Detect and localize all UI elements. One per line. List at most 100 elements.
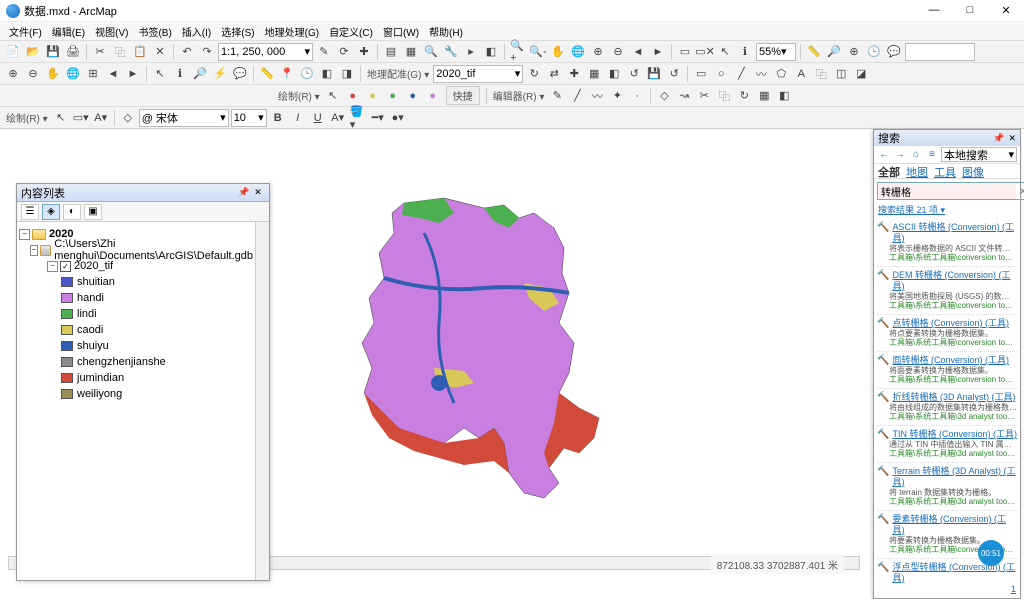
edit-tool-icon[interactable]: ✎ bbox=[548, 87, 566, 105]
save-button[interactable]: 💾 bbox=[44, 43, 62, 61]
result-path[interactable]: 工具箱\系统工具箱\conversion tools.tbx\转为... bbox=[889, 301, 1017, 310]
edit-tool[interactable]: ✎ bbox=[315, 43, 333, 61]
pointer-icon[interactable]: ↖ bbox=[324, 87, 342, 105]
editor-label[interactable]: 编辑器(R) ▾ bbox=[493, 88, 545, 103]
zoom-percent[interactable]: 55%▾ bbox=[756, 43, 796, 61]
search-scope-combo[interactable]: 本地搜索▾ bbox=[941, 147, 1017, 162]
select-elements-button[interactable]: ↖ bbox=[716, 43, 734, 61]
viewer-icon[interactable]: ◧ bbox=[605, 65, 623, 83]
forward-icon[interactable]: ► bbox=[124, 65, 142, 83]
xy-icon[interactable]: ⊞ bbox=[84, 65, 102, 83]
search-filter[interactable]: 搜索结果 21 项 ▾ bbox=[874, 203, 1020, 219]
full-extent-icon[interactable]: 🌐 bbox=[64, 65, 82, 83]
go-xy-icon[interactable]: 📍 bbox=[278, 65, 296, 83]
underline-button[interactable]: U bbox=[309, 109, 327, 127]
blue-dot-icon[interactable]: ● bbox=[404, 87, 422, 105]
undo-button[interactable]: ↶ bbox=[178, 43, 196, 61]
result-path[interactable]: 工具箱\系统工具箱\3d analyst tools.tbx\转换... bbox=[889, 412, 1017, 421]
search-page-link[interactable]: 1 bbox=[874, 584, 1020, 598]
clear-selection-button[interactable]: ▭✕ bbox=[696, 43, 714, 61]
edit-cut-icon[interactable]: ✂ bbox=[695, 87, 713, 105]
select-icon[interactable]: ↖ bbox=[151, 65, 169, 83]
expander-icon[interactable]: − bbox=[30, 245, 39, 256]
toc-button[interactable]: ▤ bbox=[382, 43, 400, 61]
pan-button[interactable]: ✋ bbox=[549, 43, 567, 61]
delete-button[interactable]: ✕ bbox=[151, 43, 169, 61]
fixed-zoom-out-button[interactable]: ⊖ bbox=[609, 43, 627, 61]
update-icon[interactable]: ↺ bbox=[625, 65, 643, 83]
model-builder-button[interactable]: ◧ bbox=[482, 43, 500, 61]
edit-line-icon[interactable]: ╱ bbox=[568, 87, 586, 105]
search-back-button[interactable]: ← bbox=[877, 148, 891, 162]
edit-curve-icon[interactable]: 〰 bbox=[588, 87, 606, 105]
result-title[interactable]: Terrain 转栅格 (3D Analyst) (工具) bbox=[892, 466, 1017, 488]
edit-rotate-icon[interactable]: ↻ bbox=[735, 87, 753, 105]
search-clear-button[interactable]: ✕ bbox=[1016, 183, 1024, 199]
zoom-out-button[interactable]: 🔍- bbox=[529, 43, 547, 61]
toc-tab-source[interactable]: ◈ bbox=[42, 204, 60, 220]
swipe-icon[interactable]: ◨ bbox=[338, 65, 356, 83]
search-pin-button[interactable]: 📌 bbox=[993, 133, 1004, 144]
font-size-combo[interactable]: 10▾ bbox=[231, 109, 267, 127]
time-icon[interactable]: 🕒 bbox=[298, 65, 316, 83]
refresh-button[interactable]: ⟳ bbox=[335, 43, 353, 61]
draw-circle-icon[interactable]: ○ bbox=[712, 65, 730, 83]
toc-v-scrollbar[interactable] bbox=[255, 222, 269, 580]
search-home-button[interactable]: ⌂ bbox=[909, 148, 923, 162]
search-close-button[interactable]: ✕ bbox=[1008, 133, 1016, 144]
layer-checkbox[interactable]: ✓ bbox=[60, 261, 71, 272]
tree-node[interactable]: jumindian bbox=[19, 370, 253, 386]
result-title[interactable]: 点转栅格 (Conversion) (工具) bbox=[892, 318, 1009, 329]
marker-color-button[interactable]: ●▾ bbox=[389, 109, 407, 127]
result-title[interactable]: TIN 转栅格 (Conversion) (工具) bbox=[892, 429, 1017, 440]
gcp-icon[interactable]: ✚ bbox=[565, 65, 583, 83]
measure-button[interactable]: 📏 bbox=[805, 43, 823, 61]
draw-line-icon[interactable]: ╱ bbox=[732, 65, 750, 83]
next-extent-button[interactable]: ► bbox=[649, 43, 667, 61]
line-color-button[interactable]: ━▾ bbox=[369, 109, 387, 127]
menu-item[interactable]: 文件(F) bbox=[4, 24, 47, 39]
find-button[interactable]: 🔎 bbox=[825, 43, 843, 61]
find-input[interactable] bbox=[905, 43, 975, 61]
result-path[interactable]: 工具箱\系统工具箱\3d analyst tools.tbx\转换... bbox=[889, 497, 1017, 506]
result-title[interactable]: 要素转栅格 (Conversion) (工具) bbox=[892, 514, 1017, 536]
rotate-icon[interactable]: ↻ bbox=[525, 65, 543, 83]
edit-vertex-icon[interactable]: ◇ bbox=[655, 87, 673, 105]
yellow-dot-icon[interactable]: ● bbox=[364, 87, 382, 105]
search-tab[interactable]: 全部 bbox=[878, 164, 900, 178]
edit-vertices-icon[interactable]: ◇ bbox=[119, 109, 137, 127]
menu-item[interactable]: 窗口(W) bbox=[378, 24, 424, 39]
reset-icon[interactable]: ↺ bbox=[665, 65, 683, 83]
select-element-icon[interactable]: ↖ bbox=[52, 109, 70, 127]
menu-item[interactable]: 视图(V) bbox=[90, 24, 133, 39]
tree-node[interactable]: lindi bbox=[19, 306, 253, 322]
arc-toolbox-button[interactable]: 🔧 bbox=[442, 43, 460, 61]
full-extent-button[interactable]: 🌐 bbox=[569, 43, 587, 61]
tree-node[interactable]: weiliyong bbox=[19, 386, 253, 402]
search-index-button[interactable]: ≡ bbox=[925, 148, 939, 162]
popup-icon[interactable]: 💬 bbox=[231, 65, 249, 83]
italic-button[interactable]: I bbox=[289, 109, 307, 127]
search-button[interactable]: 🔍 bbox=[422, 43, 440, 61]
create-icon[interactable]: ◧ bbox=[318, 65, 336, 83]
menu-item[interactable]: 地理处理(G) bbox=[260, 24, 324, 39]
search-result[interactable]: 🔨面转栅格 (Conversion) (工具)将面要素转换为栅格数据集。工具箱\… bbox=[877, 352, 1017, 389]
draw-curve-icon[interactable]: 〰 bbox=[752, 65, 770, 83]
search-results[interactable]: 🔨ASCII 转栅格 (Conversion) (工具)将表示栅格数据的 ASC… bbox=[874, 219, 1020, 584]
search-result[interactable]: 🔨DEM 转栅格 (Conversion) (工具)将美国地质勘探局 (USGS… bbox=[877, 267, 1017, 315]
result-title[interactable]: 浮点型转栅格 (Conversion) (工具) bbox=[892, 562, 1017, 584]
cut-button[interactable]: ✂ bbox=[91, 43, 109, 61]
purple-dot-icon[interactable]: ● bbox=[424, 87, 442, 105]
tree-node[interactable]: chengzhenjianshe bbox=[19, 354, 253, 370]
pan-icon[interactable]: ✋ bbox=[44, 65, 62, 83]
expander-icon[interactable]: − bbox=[19, 229, 30, 240]
search-result[interactable]: 🔨点转栅格 (Conversion) (工具)将点要素转换为栅格数据集。工具箱\… bbox=[877, 315, 1017, 352]
menu-item[interactable]: 自定义(C) bbox=[324, 24, 378, 39]
result-title[interactable]: DEM 转栅格 (Conversion) (工具) bbox=[892, 270, 1017, 292]
toc-pin-button[interactable]: 📌 bbox=[237, 186, 251, 200]
back-icon[interactable]: ◄ bbox=[104, 65, 122, 83]
edit-trace-icon[interactable]: ✦ bbox=[608, 87, 626, 105]
menu-item[interactable]: 编辑(E) bbox=[47, 24, 90, 39]
georef-label[interactable]: 地理配准(G) ▾ bbox=[367, 66, 429, 81]
window-close-button[interactable]: ✕ bbox=[994, 4, 1018, 17]
